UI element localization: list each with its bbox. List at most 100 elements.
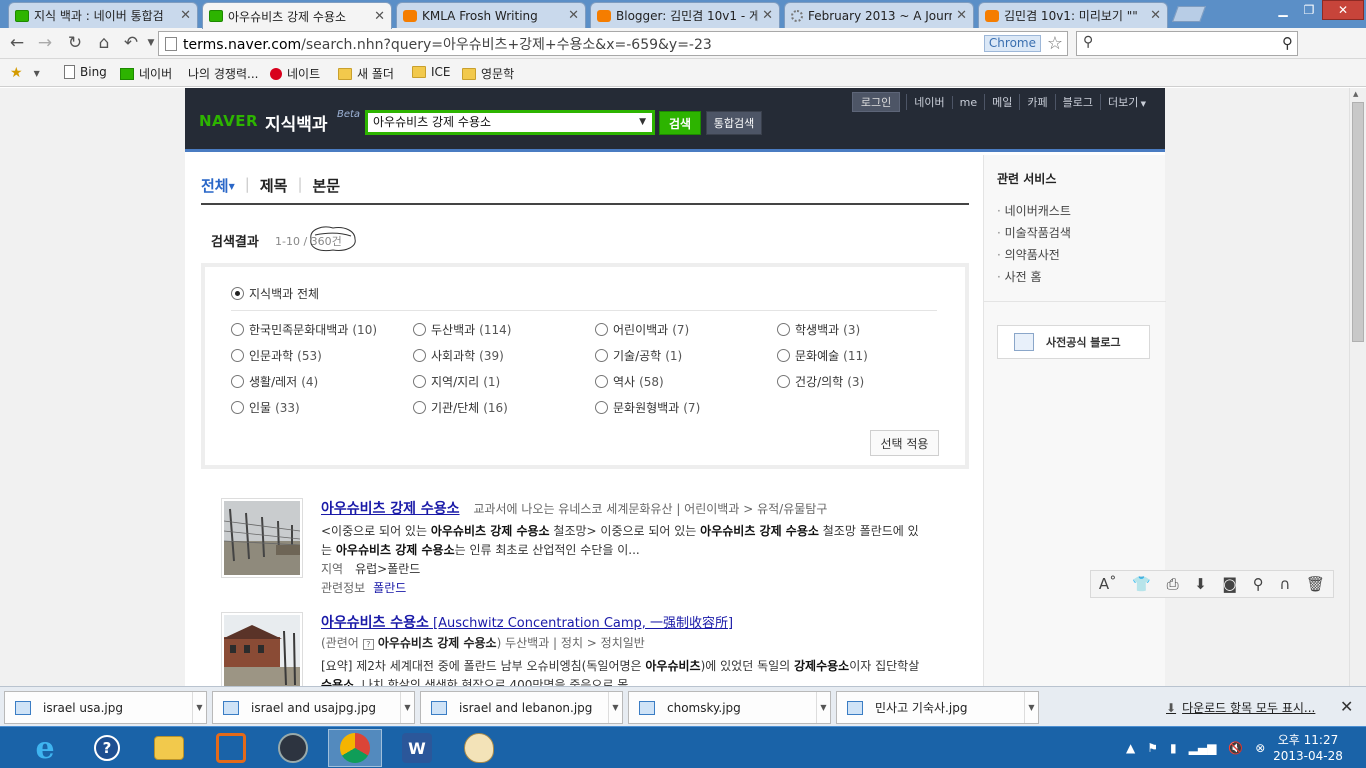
minimize-icon[interactable]: ▁ (1270, 0, 1296, 20)
radio-option[interactable]: 문화예술 (11) (777, 347, 868, 364)
radio-option[interactable]: 기관/단체 (16) (413, 399, 508, 416)
browser-tab-6[interactable]: 김민겸 10v1: 미리보기 "" ✕ (978, 2, 1168, 28)
gnb-blog[interactable]: 블로그 (1054, 94, 1100, 110)
result-title-link[interactable]: 아우슈비츠 수용소 [Auschwitz Concentration Camp,… (321, 615, 733, 631)
integrated-search-button[interactable]: 통합검색 (706, 111, 762, 135)
word-taskbar-button[interactable]: W (390, 729, 444, 767)
toolbar-search-input[interactable]: ⚲ ⚲ (1076, 31, 1298, 56)
close-tab-icon[interactable]: ✕ (762, 8, 773, 23)
battery-icon[interactable]: ▮ (1170, 741, 1177, 755)
radio-option[interactable]: 어린이백과 (7) (595, 321, 689, 338)
chevron-down-icon[interactable]: ▼ (639, 113, 646, 132)
chrome-taskbar-button[interactable] (328, 729, 382, 767)
explorer-taskbar-button[interactable] (142, 729, 196, 767)
app-taskbar-button[interactable] (204, 729, 258, 767)
radio-option[interactable]: 문화원형백과 (7) (595, 399, 700, 416)
gnb-mail[interactable]: 메일 (984, 94, 1019, 110)
volume-muted-icon[interactable]: 🔇 (1228, 741, 1243, 755)
scroll-thumb[interactable] (1352, 102, 1364, 342)
region-value[interactable]: 유럽>폴란드 (355, 562, 420, 576)
radio-option[interactable]: 학생백과 (3) (777, 321, 860, 338)
browser-tab-2[interactable]: 아우슈비츠 강제 수용소 ✕ (202, 2, 392, 29)
tab-body[interactable]: 본문 (313, 175, 341, 196)
home-icon[interactable]: ⌂ (93, 32, 115, 54)
restore-icon[interactable]: ❐ (1296, 0, 1322, 20)
browser-tab-1[interactable]: 지식 백과 : 네이버 통합검 ✕ (8, 2, 198, 28)
bookmark-competitiveness[interactable]: 나의 경쟁력... (188, 65, 258, 82)
radio-option[interactable]: 지역/지리 (1) (413, 373, 500, 390)
result-category[interactable]: ) 두산백과 | 정치 > 정치일반 (497, 636, 645, 650)
radio-option[interactable]: 건강/의학 (3) (777, 373, 864, 390)
window-close-icon[interactable]: ✕ (1322, 0, 1364, 20)
media-taskbar-button[interactable] (266, 729, 320, 767)
trash-icon[interactable]: 🗑 (1306, 575, 1325, 593)
radio-option[interactable]: 생활/레저 (4) (231, 373, 318, 390)
browser-tab-3[interactable]: KMLA Frosh Writing ✕ (396, 2, 586, 28)
bookmark-naver[interactable]: 네이버 (120, 65, 172, 82)
download-icon[interactable]: ⬇ (1194, 575, 1207, 593)
download-item[interactable]: 민사고 기숙사.jpg ▼ (836, 691, 1039, 724)
gnb-me[interactable]: me (951, 95, 984, 109)
radio-option[interactable]: 사회과학 (39) (413, 347, 504, 364)
printer-icon[interactable]: ⎙ (1167, 575, 1179, 593)
gnb-cafe[interactable]: 카페 (1019, 94, 1054, 110)
close-icon[interactable]: ✕ (1340, 697, 1353, 716)
browser-tab-4[interactable]: Blogger: 김민겸 10v1 - 게 ✕ (590, 2, 780, 28)
browser-tab-5[interactable]: February 2013 ~ A Journ ✕ (784, 2, 974, 28)
service-link[interactable]: 의약품사전 (997, 244, 1071, 266)
radio-option[interactable]: 인문과학 (53) (231, 347, 322, 364)
login-button[interactable]: 로그인 (851, 92, 901, 112)
chevron-down-icon[interactable]: ▼ (1024, 692, 1038, 723)
query-input[interactable]: 아우슈비츠 강제 수용소 ▼ (365, 110, 655, 135)
radio-option[interactable]: 두산백과 (114) (413, 321, 511, 338)
bookmark-ice[interactable]: ICE (412, 65, 451, 79)
official-blog-button[interactable]: 사전공식 블로그 (997, 325, 1150, 359)
system-clock[interactable]: 오후 11:27 2013-04-28 (1268, 732, 1348, 764)
ie-taskbar-button[interactable]: e (18, 729, 72, 767)
bookmark-english-lit[interactable]: 영문학 (462, 65, 514, 82)
search-button[interactable]: 검색 (659, 111, 701, 135)
flag-icon[interactable]: ⚑ (1147, 741, 1158, 755)
page-scrollbar[interactable]: ▲ (1349, 88, 1366, 686)
apply-filter-button[interactable]: 선택 적용 (870, 430, 939, 456)
back-icon[interactable]: ← (6, 32, 28, 54)
close-tab-icon[interactable]: ✕ (568, 8, 579, 23)
related-link[interactable]: 폴란드 (373, 581, 406, 595)
paint-taskbar-button[interactable] (452, 729, 506, 767)
reload-icon[interactable]: ↻ (64, 32, 86, 54)
related-term[interactable]: 아우슈비츠 강제 수용소 (378, 636, 497, 650)
download-item[interactable]: israel and lebanon.jpg ▼ (420, 691, 623, 724)
download-item[interactable]: israel and usajpg.jpg ▼ (212, 691, 415, 724)
service-link[interactable]: 네이버캐스트 (997, 200, 1071, 222)
service-link[interactable]: 미술작품검색 (997, 222, 1071, 244)
font-size-icon[interactable]: A˚ (1099, 575, 1117, 593)
chevron-down-icon[interactable]: ▼ (192, 692, 206, 723)
shirt-icon[interactable]: 👕 (1132, 575, 1151, 593)
camera-icon[interactable]: ◙ (1223, 575, 1238, 593)
close-tab-icon[interactable]: ✕ (956, 8, 967, 23)
radio-option[interactable]: 역사 (58) (595, 373, 664, 390)
bookmark-new-folder[interactable]: 새 폴더 (338, 65, 394, 82)
radio-option[interactable]: 인물 (33) (231, 399, 300, 416)
help-taskbar-button[interactable]: ? (80, 729, 134, 767)
undo-icon[interactable]: ↶ (120, 32, 142, 54)
chevron-down-icon[interactable]: ▼ (400, 692, 414, 723)
radio-option[interactable]: 한국민족문화대백과 (10) (231, 321, 377, 338)
scroll-up-icon[interactable]: ▲ (1353, 90, 1358, 98)
result-thumbnail[interactable] (221, 498, 303, 578)
url-text[interactable]: terms.naver.com/search.nhn?query=아우슈비츠+강… (183, 34, 1067, 54)
signal-icon[interactable]: ▂▄▆ (1189, 741, 1217, 755)
tab-all[interactable]: 전체▼ (201, 175, 235, 196)
network-error-icon[interactable]: ⊗ (1255, 741, 1265, 755)
close-tab-icon[interactable]: ✕ (1150, 8, 1161, 23)
bookmark-star-icon[interactable]: ☆ (1047, 33, 1063, 54)
new-tab-button[interactable] (1172, 6, 1206, 22)
result-title-link[interactable]: 아우슈비츠 강제 수용소 (321, 501, 460, 517)
chevron-down-icon[interactable]: ▼ (608, 692, 622, 723)
bookmark-folder-star[interactable]: ★ ▼ (10, 65, 40, 81)
tab-title[interactable]: 제목 (260, 175, 288, 196)
chevron-down-icon[interactable]: ▼ (816, 692, 830, 723)
radio-all[interactable]: 지식백과 전체 (231, 285, 319, 302)
naver-logo[interactable]: NAVER (199, 112, 258, 130)
forward-icon[interactable]: → (34, 32, 56, 54)
